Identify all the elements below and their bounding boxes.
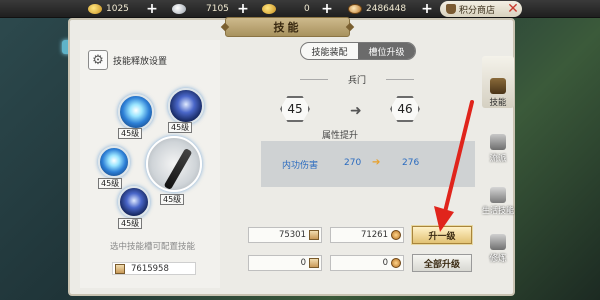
side-tab-skills[interactable]: 技能 (482, 56, 514, 108)
add-silver-button[interactable]: + (236, 1, 250, 17)
cost-coin-row2: 0 (330, 255, 404, 271)
silver-currency: 7105 (172, 2, 229, 16)
scroll-icon (115, 263, 125, 274)
attribute-title: 属性提升 (322, 131, 359, 141)
yuanbao-amount: 0 (304, 4, 310, 14)
side-tab-school[interactable]: 流派 (482, 112, 514, 164)
skill-slot-2-level: 45级 (168, 122, 193, 133)
add-coin-button[interactable]: + (420, 1, 434, 17)
gear-icon: ⚙ (92, 52, 104, 68)
shop-bag-icon (446, 4, 456, 14)
panel-tabs: 技能装配 槽位升级 (300, 42, 416, 60)
skill-slot-3-level: 45级 (98, 178, 123, 189)
skill-release-settings-button[interactable]: ⚙ (88, 50, 108, 70)
skill-points-display: 7615958 (112, 262, 196, 275)
cost-scroll-row2-value: 0 (300, 258, 306, 268)
cost-scroll-row1: 75301 (248, 227, 322, 243)
side-tab-cultivation-label: 修炼 (489, 254, 507, 264)
skill-slot-1[interactable] (118, 94, 154, 130)
skill-slot-selected-level: 45级 (160, 194, 185, 205)
attribute-from-value: 270 (344, 158, 362, 168)
cost-scroll-row1-value: 75301 (278, 230, 306, 240)
coin-icon (391, 258, 401, 268)
life-skill-icon (490, 187, 506, 203)
side-tab-life-skills[interactable]: 生活技能 (482, 164, 514, 216)
slot-config-hint: 选中技能槽可配置技能 (110, 242, 196, 252)
skill-slot-3[interactable] (98, 146, 130, 178)
skill-slot-1-level: 45级 (118, 128, 143, 139)
skill-points-value: 7615958 (131, 263, 169, 274)
attribute-name: 内功伤害 (282, 161, 319, 171)
yuanbao-icon (262, 4, 276, 14)
side-tab-school-label: 流派 (489, 154, 507, 164)
silver-ingot-icon (172, 4, 186, 14)
tab-skill-equip[interactable]: 技能装配 (301, 43, 358, 59)
gold-currency: 1025 (88, 2, 129, 16)
upgrade-one-button[interactable]: 升一级 (412, 226, 472, 244)
attribute-arrow-icon: ➔ (372, 157, 381, 168)
school-banner-icon (490, 134, 506, 150)
side-tab-skills-label: 技能 (489, 98, 507, 108)
currency-bar: 1025 + 7105 + 0 + 2486448 + 积分商店 ✕ (0, 0, 600, 18)
skill-slot-selected[interactable] (146, 136, 202, 192)
yuanbao-currency: 0 (262, 2, 310, 16)
scroll-icon (309, 258, 319, 268)
side-tab-cultivation[interactable]: 修炼 (482, 212, 514, 264)
silver-amount: 7105 (206, 4, 229, 14)
scroll-icon (309, 230, 319, 240)
attribute-to-value: 276 (402, 158, 420, 168)
skill-book-icon (490, 78, 506, 94)
gold-ingot-icon (88, 4, 102, 14)
cultivation-icon (490, 234, 506, 250)
gold-amount: 1025 (106, 4, 129, 14)
coin-icon (391, 230, 401, 240)
cost-scroll-row2: 0 (248, 255, 322, 271)
upgrade-all-button[interactable]: 全部升级 (412, 254, 472, 272)
sword-icon (163, 147, 193, 191)
cost-coin-row2-value: 0 (382, 258, 388, 268)
section-title: 兵门 (300, 73, 414, 86)
skill-slot-2[interactable] (168, 88, 204, 124)
add-yuanbao-button[interactable]: + (320, 1, 334, 17)
cost-coin-row1: 71261 (330, 227, 404, 243)
skill-slot-5-level: 45级 (118, 218, 143, 229)
coin-amount: 2486448 (366, 4, 407, 14)
points-shop-label: 积分商店 (459, 5, 496, 16)
skill-slot-5[interactable] (118, 186, 150, 218)
skill-release-settings-label: 技能释放设置 (113, 57, 168, 67)
copper-coin-icon (348, 4, 362, 14)
tab-slot-upgrade[interactable]: 槽位升级 (358, 43, 415, 59)
close-icon[interactable]: ✕ (504, 1, 522, 17)
cost-coin-row1-value: 71261 (360, 230, 388, 240)
window-title: 技能 (225, 17, 350, 37)
level-arrow-icon: ➜ (350, 103, 362, 119)
coin-currency: 2486448 (348, 2, 406, 16)
add-gold-button[interactable]: + (145, 1, 159, 17)
